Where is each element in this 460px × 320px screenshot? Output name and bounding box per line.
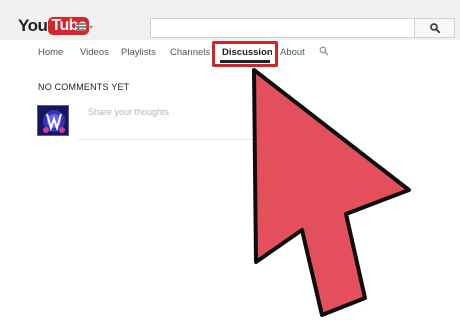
pointer-arrow-icon [252, 68, 411, 317]
channel-page: You Tube Home Videos Playlists Channels … [0, 0, 460, 320]
